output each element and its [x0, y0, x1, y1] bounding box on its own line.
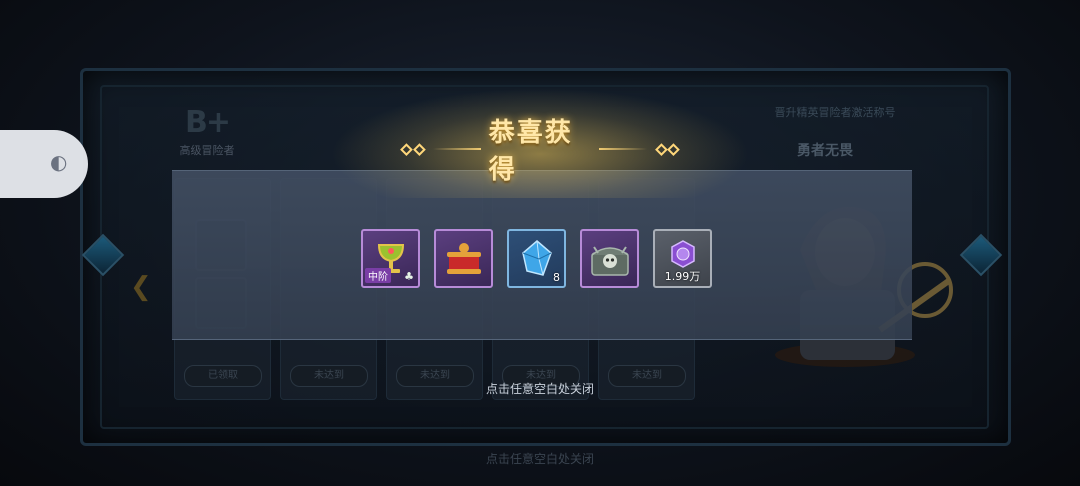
clover-icon: ♣ — [404, 270, 414, 283]
reward-title: 恭喜获得 — [488, 118, 573, 185]
blue-crystal-icon — [521, 239, 552, 276]
purple-coin-icon — [670, 239, 695, 268]
title-divider — [599, 148, 647, 150]
reward-item[interactable]: 8 — [507, 229, 566, 288]
red-scroll-icon — [446, 242, 481, 274]
item-count: 1.99万 — [664, 270, 701, 283]
reward-item[interactable] — [580, 229, 639, 288]
title-divider — [433, 148, 481, 150]
rank-badge: B+ — [184, 105, 231, 140]
column-button[interactable]: 未达到 — [290, 365, 368, 387]
close-hint[interactable]: 点击任意空白处关闭 — [420, 380, 660, 397]
diamond-ornament-icon — [667, 142, 680, 156]
left-arrow-icon[interactable]: ❮ — [130, 272, 152, 302]
skull-chest-icon — [590, 245, 629, 276]
promotion-note: 晋升精英冒险者激活称号 — [774, 106, 896, 119]
rank-label: 高级冒险者 — [179, 144, 235, 157]
reward-item-list: 中阶 ♣ 8 1.99万 — [361, 229, 712, 289]
diamond-ornament-icon — [412, 142, 426, 156]
column-button[interactable]: 已领取 — [184, 365, 262, 387]
reward-item[interactable]: 中阶 ♣ — [361, 229, 420, 288]
reward-title-bar: 恭喜获得 — [400, 118, 680, 185]
diamond-ornament-icon — [400, 142, 413, 156]
background-close-hint: 点击任意空白处关闭 — [485, 452, 594, 466]
item-tier-tag: 中阶 — [365, 268, 391, 283]
hero-title: 勇者无畏 — [797, 143, 853, 159]
item-count: 8 — [553, 271, 560, 284]
side-float-button[interactable] — [0, 130, 88, 198]
float-menu-icon: ◐ — [50, 150, 68, 174]
diamond-ornament-icon — [654, 142, 668, 156]
reward-item[interactable]: 1.99万 — [653, 229, 712, 288]
reward-item[interactable] — [434, 229, 493, 288]
